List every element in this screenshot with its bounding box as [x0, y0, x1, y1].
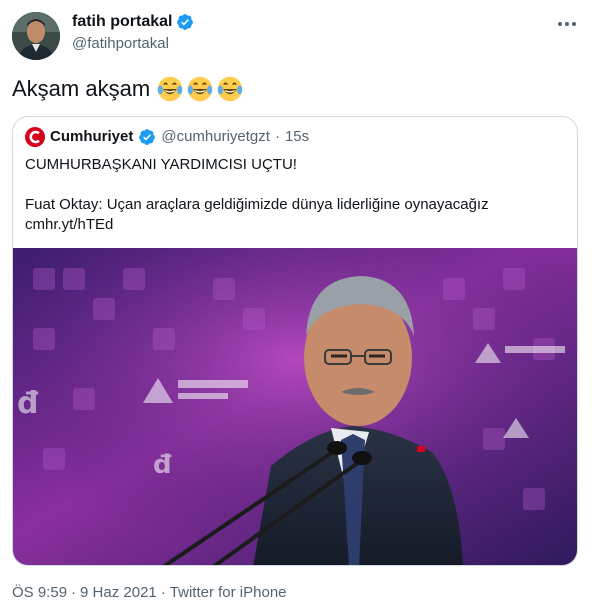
quoted-time[interactable]: 15s — [285, 127, 309, 147]
tweet-emojis — [156, 75, 244, 103]
avatar-image — [12, 12, 60, 60]
laughing-emoji-icon — [157, 76, 183, 102]
verified-badge-icon — [177, 14, 194, 30]
quoted-handle: @cumhuriyetgzt — [161, 128, 270, 145]
tweet-time[interactable]: ÖS 9:59 — [12, 583, 67, 603]
quoted-line-headline: CUMHURBAŞKANI YARDIMCISI UÇTU! — [25, 156, 297, 173]
laughing-emoji-icon — [187, 76, 213, 102]
tweet: fatih portakal @fatihportakal Akşam akşa… — [0, 0, 593, 612]
author-handle[interactable]: @fatihportakal — [72, 34, 169, 54]
quoted-display-name[interactable]: Cumhuriyet — [50, 127, 133, 147]
tweet-source[interactable]: Twitter for iPhone — [170, 583, 287, 603]
tweet-text: Akşam akşam — [12, 74, 244, 104]
meta-dot: · — [71, 584, 77, 601]
verified-badge-icon — [139, 129, 156, 145]
svg-text:đ: đ — [17, 386, 39, 421]
quoted-tweet-card[interactable]: Cumhuriyet @cumhuriyetgzt · 15s CUMHURBA… — [12, 116, 578, 566]
author-name-row: fatih portakal — [72, 12, 194, 32]
photo-image: đ đ — [13, 248, 577, 565]
tweet-text-content: Akşam akşam — [12, 76, 151, 101]
author-avatar[interactable] — [12, 12, 60, 60]
laughing-emoji-icon — [217, 76, 243, 102]
quoted-line-quote: Fuat Oktay: Uçan araçlara geldiğimizde d… — [25, 196, 489, 213]
quoted-tweet-text: CUMHURBAŞKANI YARDIMCISI UÇTU! Fuat Okta… — [25, 155, 565, 235]
svg-text:đ: đ — [153, 450, 172, 480]
more-dots-icon — [558, 22, 576, 26]
author-display-name[interactable]: fatih portakal — [72, 12, 172, 32]
quoted-tweet-header: Cumhuriyet @cumhuriyetgzt · 15s — [25, 127, 309, 147]
quoted-separator: · — [274, 128, 280, 145]
tweet-meta: ÖS 9:59 · 9 Haz 2021 · Twitter for iPhon… — [12, 583, 287, 603]
quoted-tweet-photo[interactable]: đ đ — [13, 248, 577, 565]
quoted-line-blank — [25, 175, 565, 195]
tweet-date[interactable]: 9 Haz 2021 — [80, 583, 157, 603]
cumhuriyet-logo-icon[interactable] — [25, 127, 45, 147]
more-options-button[interactable] — [555, 14, 579, 34]
quoted-line-link[interactable]: cmhr.yt/hTEd — [25, 215, 565, 235]
meta-dot: · — [160, 584, 166, 601]
